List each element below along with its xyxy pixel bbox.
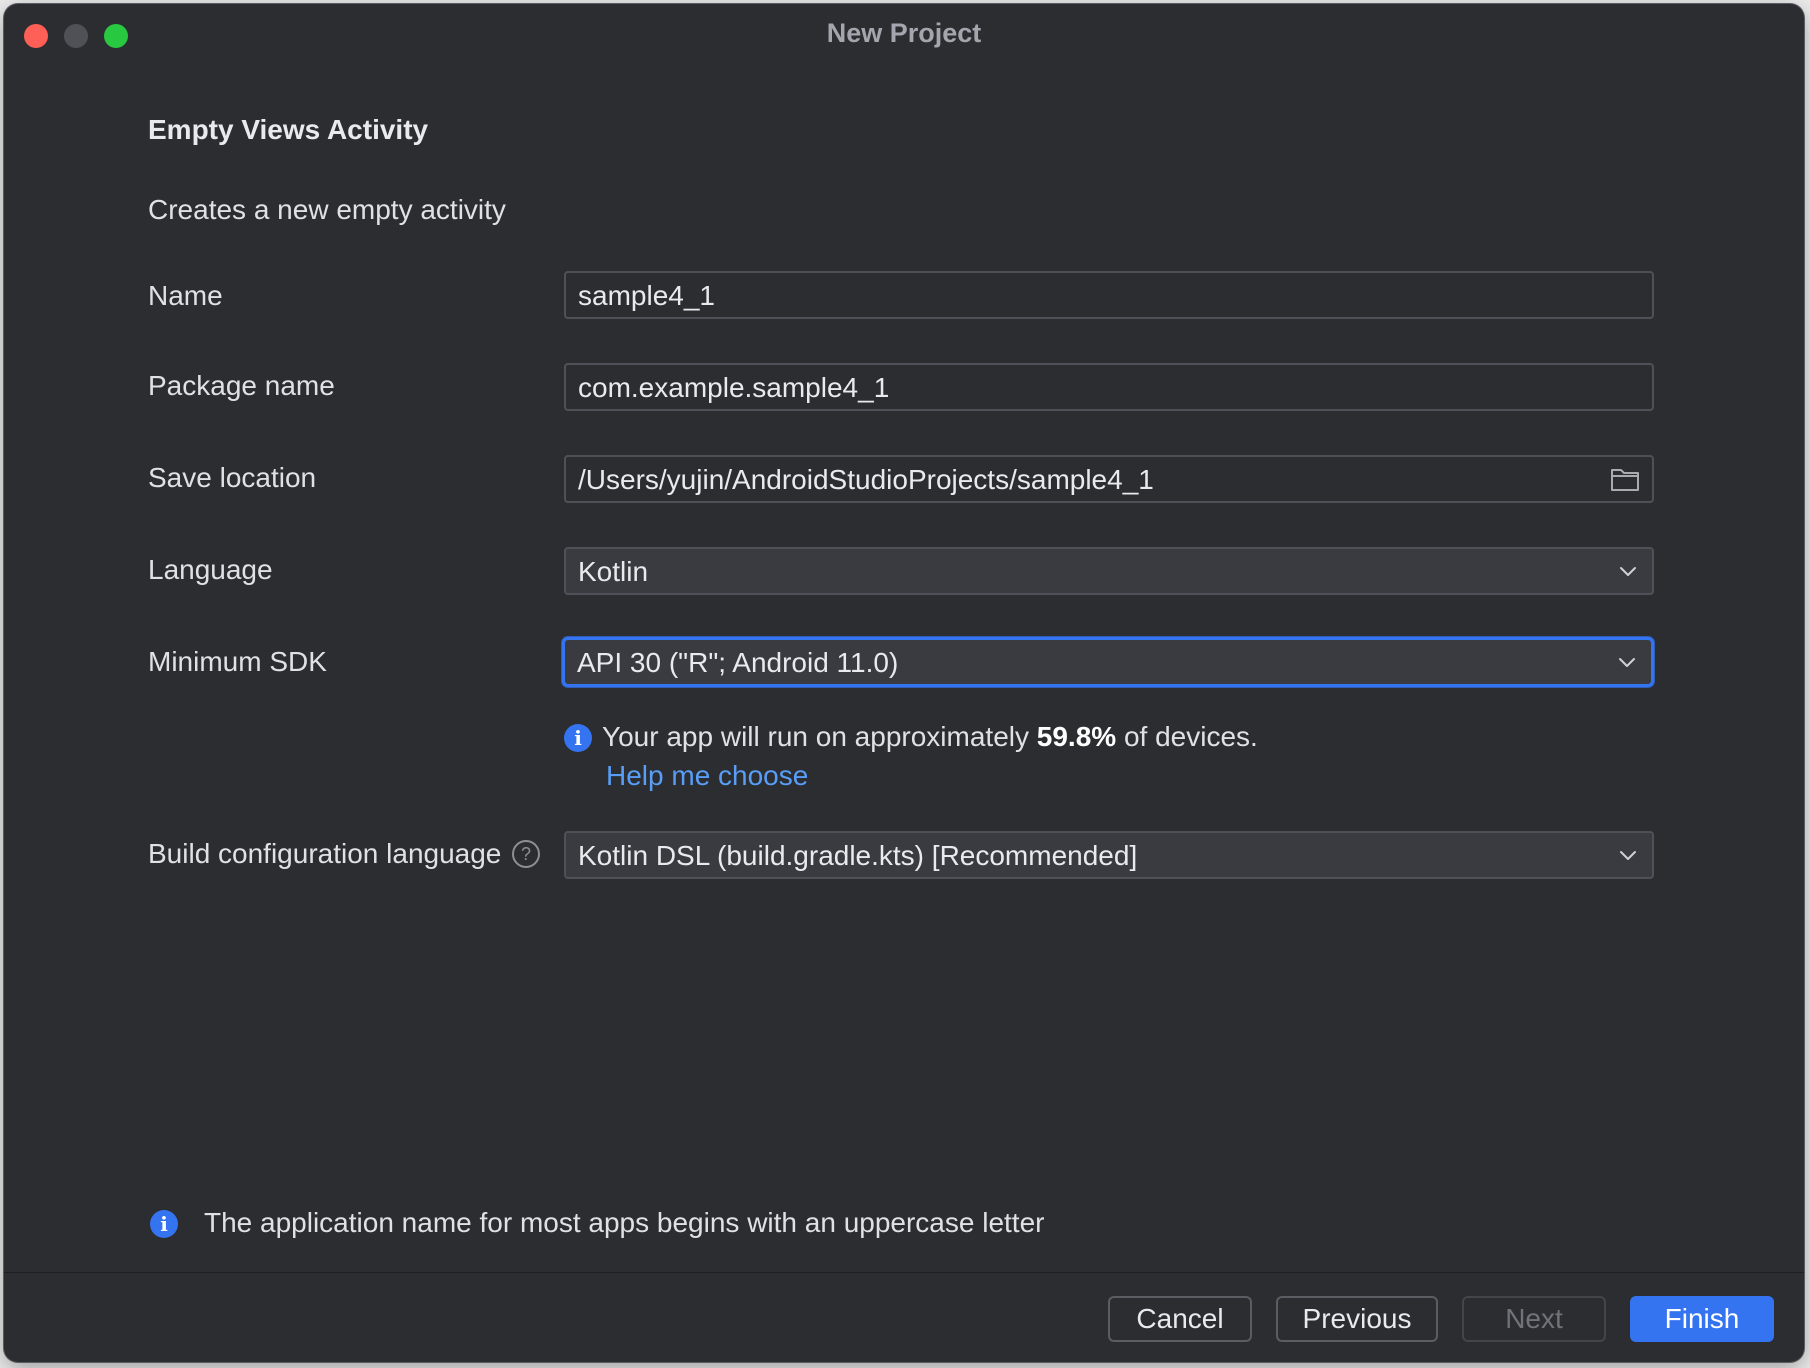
build-config-select[interactable]: Kotlin DSL (build.gradle.kts) [Recommend…: [564, 831, 1654, 879]
previous-button[interactable]: Previous: [1276, 1296, 1438, 1342]
language-label: Language: [148, 554, 273, 585]
finish-button[interactable]: Finish: [1630, 1296, 1774, 1342]
chevron-down-icon: [1620, 567, 1636, 576]
coverage-prefix: Your app will run on approximately: [602, 721, 1037, 752]
cancel-button[interactable]: Cancel: [1108, 1296, 1252, 1342]
build-config-value: Kotlin DSL (build.gradle.kts) [Recommend…: [578, 840, 1138, 871]
info-icon: i: [150, 1210, 178, 1238]
package-name-input[interactable]: com.example.sample4_1: [564, 363, 1654, 411]
folder-icon[interactable]: [1610, 465, 1640, 493]
build-config-label: Build configuration language: [148, 838, 502, 869]
validation-note: The application name for most apps begin…: [204, 1207, 1045, 1238]
help-me-choose-link[interactable]: Help me choose: [606, 760, 808, 792]
name-label: Name: [148, 280, 223, 311]
package-name-label: Package name: [148, 370, 335, 401]
language-select[interactable]: Kotlin: [564, 547, 1654, 595]
title-bar: New Project: [4, 4, 1804, 66]
coverage-suffix: of devices.: [1116, 721, 1258, 752]
template-description: Creates a new empty activity: [148, 194, 506, 225]
footer-divider: [4, 1272, 1804, 1273]
coverage-percent: 59.8%: [1036, 721, 1117, 752]
name-value: sample4_1: [578, 280, 715, 311]
window-title: New Project: [826, 18, 982, 48]
language-value: Kotlin: [578, 556, 649, 587]
new-project-dialog: New Project Empty Views Activity Creates…: [4, 4, 1804, 1362]
minimum-sdk-value: API 30 ("R"; Android 11.0): [577, 647, 899, 678]
package-name-value: com.example.sample4_1: [578, 372, 890, 403]
minimum-sdk-select[interactable]: API 30 ("R"; Android 11.0): [562, 637, 1654, 687]
chevron-down-icon: [1619, 658, 1635, 667]
save-location-label: Save location: [148, 462, 317, 493]
name-input[interactable]: sample4_1: [564, 271, 1654, 319]
help-icon[interactable]: ?: [512, 840, 540, 868]
save-location-value: /Users/yujin/AndroidStudioProjects/sampl…: [578, 464, 1154, 495]
next-button[interactable]: Next: [1462, 1296, 1606, 1342]
template-title: Empty Views Activity: [148, 114, 429, 145]
device-coverage-text: Your app will run on approximately 59.8%…: [602, 721, 1258, 753]
info-icon: i: [564, 724, 592, 752]
save-location-input[interactable]: /Users/yujin/AndroidStudioProjects/sampl…: [564, 455, 1654, 503]
chevron-down-icon: [1620, 851, 1636, 860]
minimum-sdk-label: Minimum SDK: [148, 646, 327, 677]
